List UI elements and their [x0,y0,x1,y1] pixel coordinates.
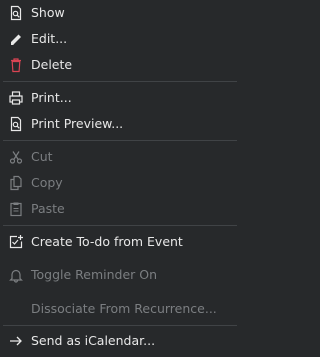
menu-item-edit[interactable]: Edit... [0,26,240,52]
menu-item-dissociate[interactable]: Dissociate From Recurrence... [0,296,240,322]
menu-item-label: Edit... [31,31,68,46]
menu-item-label: Delete [31,57,73,72]
show-icon [10,5,22,21]
menu-separator [3,140,237,141]
menu-item-copy[interactable]: Copy [0,170,240,196]
menu-separator [3,81,237,82]
copy-icon [10,175,22,191]
printer-icon [9,91,23,105]
bell-icon [9,269,23,283]
delete-trash-icon [11,58,21,73]
menu-item-show[interactable]: Show [0,0,240,26]
context-menu: Show Edit... Delete Print... Print Previ… [0,0,240,357]
menu-item-label: Paste [31,201,65,216]
menu-separator [3,325,237,326]
menu-item-delete[interactable]: Delete [0,52,240,78]
menu-item-send-icalendar[interactable]: Send as iCalendar... [0,328,240,354]
menu-item-create-todo[interactable]: Create To-do from Event [0,229,240,255]
menu-item-label: Create To-do from Event [31,234,183,249]
menu-item-label: Send as iCalendar... [31,333,156,348]
menu-item-print[interactable]: Print... [0,85,240,111]
menu-item-label: Print... [31,90,72,105]
paste-clipboard-icon [10,202,22,217]
arrow-right-icon [10,336,22,346]
menu-item-cut[interactable]: Cut [0,144,240,170]
menu-separator [3,225,237,226]
create-todo-icon [9,235,23,249]
menu-item-print-preview[interactable]: Print Preview... [0,111,240,137]
cut-scissors-icon [9,151,23,164]
menu-item-label: Cut [31,149,53,164]
menu-item-label: Toggle Reminder On [31,267,158,282]
menu-item-paste[interactable]: Paste [0,196,240,222]
print-preview-icon [10,116,22,132]
menu-item-label: Dissociate From Recurrence... [31,301,217,316]
menu-item-toggle-reminder[interactable]: Toggle Reminder On [0,262,240,288]
edit-pencil-icon [11,34,21,45]
menu-item-label: Print Preview... [31,116,124,131]
menu-item-label: Show [31,5,65,20]
menu-item-label: Copy [31,175,63,190]
